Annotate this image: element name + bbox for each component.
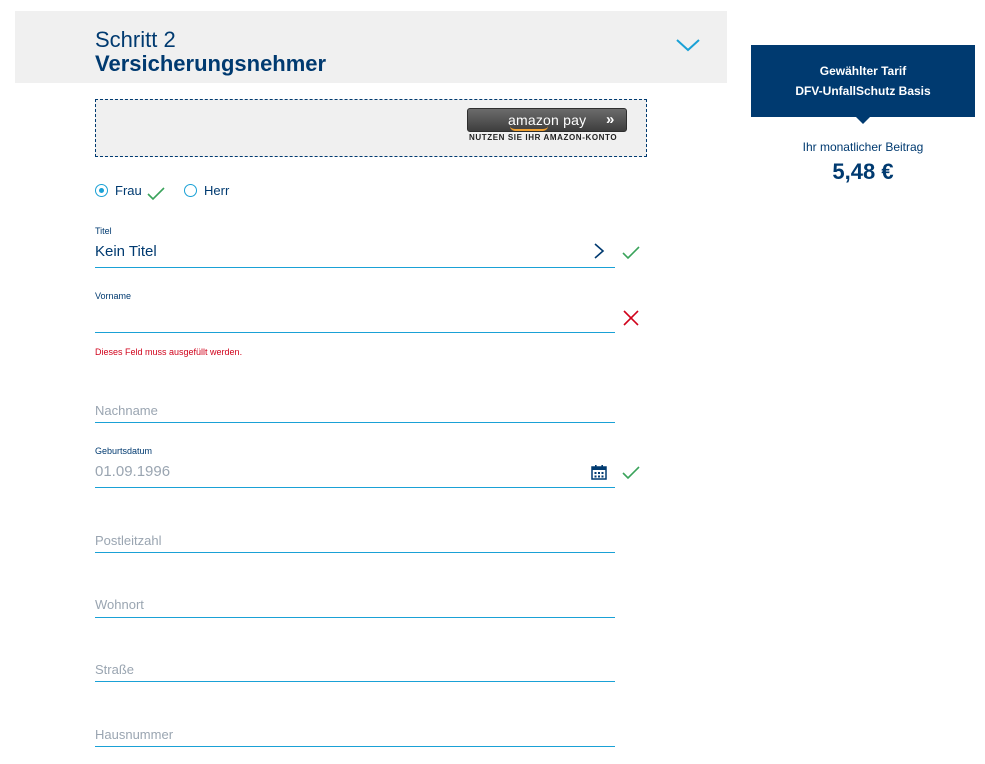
tariff-box-pointer (856, 117, 870, 124)
double-chevron-right-icon: » (606, 111, 615, 128)
step-title: Versicherungsnehmer (95, 51, 327, 76)
radio-frau-label: Frau (115, 183, 142, 198)
nachname-field[interactable]: Nachname (95, 400, 615, 423)
radio-frau[interactable]: Frau (95, 183, 142, 198)
selected-tariff-box: Gewählter Tarif DFV-UnfallSchutz Basis (751, 45, 975, 117)
strasse-placeholder: Straße (95, 662, 135, 677)
checkmark-icon (622, 466, 640, 480)
amazon-pay-box: amazon pay » NUTZEN SIE IHR AMAZON-KONTO (95, 99, 647, 157)
radio-button-selected[interactable] (95, 184, 108, 197)
calendar-icon[interactable] (591, 464, 607, 480)
postleitzahl-field[interactable]: Postleitzahl (95, 530, 615, 553)
cross-icon (623, 310, 639, 326)
vorname-error-message: Dieses Feld muss ausgefüllt werden. (95, 347, 243, 357)
nachname-placeholder: Nachname (95, 403, 158, 418)
hausnummer-field[interactable]: Hausnummer (95, 724, 615, 747)
step-header[interactable]: Schritt 2 Versicherungsnehmer (15, 11, 727, 83)
wohnort-placeholder: Wohnort (95, 597, 144, 612)
tariff-name: DFV-UnfallSchutz Basis (795, 84, 931, 98)
geburtsdatum-field[interactable]: Geburtsdatum 01.09.1996 (95, 445, 615, 488)
radio-herr[interactable]: Herr (184, 183, 229, 198)
geburtsdatum-label: Geburtsdatum (95, 446, 153, 456)
checkmark-icon (622, 246, 640, 260)
monthly-price-value: 5,48 € (832, 159, 894, 184)
titel-label: Titel (95, 226, 112, 236)
vorname-label: Vorname (95, 291, 132, 301)
hausnummer-placeholder: Hausnummer (95, 727, 174, 742)
geburtsdatum-value: 01.09.1996 (95, 463, 171, 480)
strasse-field[interactable]: Straße (95, 659, 615, 682)
selected-tariff-label: Gewählter Tarif (819, 64, 907, 78)
chevron-right-icon (594, 243, 605, 259)
step-number: Schritt 2 (95, 27, 176, 52)
amazon-pay-button[interactable]: amazon pay » (467, 108, 627, 132)
chevron-down-icon[interactable] (675, 37, 701, 53)
radio-herr-label: Herr (204, 183, 230, 198)
postleitzahl-placeholder: Postleitzahl (95, 533, 162, 548)
checkmark-icon (147, 187, 165, 201)
radio-button[interactable] (184, 184, 197, 197)
wohnort-field[interactable]: Wohnort (95, 594, 615, 618)
titel-select[interactable]: Titel Kein Titel (95, 225, 615, 268)
amazon-smile-icon (510, 126, 548, 131)
titel-value: Kein Titel (95, 243, 157, 260)
amazon-pay-logo: amazon pay (508, 112, 586, 131)
vorname-field[interactable]: Vorname (95, 290, 615, 333)
monthly-price-label: Ihr monatlicher Beitrag (802, 140, 924, 154)
amazon-pay-caption: NUTZEN SIE IHR AMAZON-KONTO (469, 133, 618, 142)
